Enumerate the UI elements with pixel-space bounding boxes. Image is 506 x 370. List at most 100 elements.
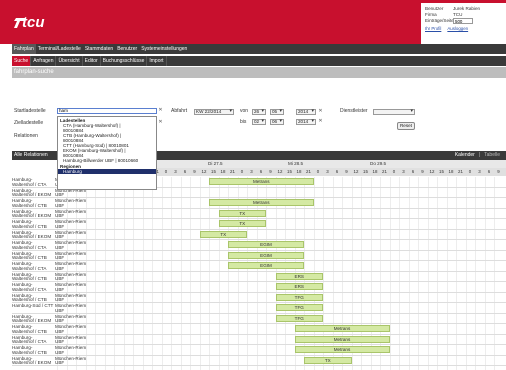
clear-ziel-icon[interactable]: ✕ <box>158 120 163 125</box>
hour-label: 9 <box>269 169 272 174</box>
schedule-bar[interactable]: Metrans <box>294 335 390 343</box>
table-row[interactable]: Hamburg-Waltershof / CTA München-Riem UBF… <box>12 240 506 251</box>
tcu-logo[interactable]: tcu <box>14 12 62 30</box>
row-to: München-Riem UBF <box>55 303 87 313</box>
bis-day-select[interactable]: 02 <box>252 119 266 125</box>
row-from: Hamburg-Waltershof / CTA <box>12 261 47 271</box>
hour-label: 3 <box>402 169 405 174</box>
schedule-bar[interactable]: ERS <box>275 283 323 290</box>
schedule-bar[interactable]: TX <box>218 209 266 217</box>
table-row[interactable]: Hamburg-Waltershof / CTB München-Riem UBF… <box>12 345 506 356</box>
schedule-bar[interactable]: Metrans <box>294 346 390 353</box>
von-year-select[interactable]: 2014 <box>296 109 316 115</box>
row-from: Hamburg-Waltershof / EKOM <box>12 313 52 324</box>
main-nav: Fahrplan Terminal/Ladestelle Stammdaten … <box>12 44 506 54</box>
schedule-bar[interactable]: Metrans <box>209 178 314 185</box>
logout-link[interactable]: Ausloggen <box>447 26 468 31</box>
subnav-buchungsschluesse[interactable]: Buchungsschlüsse <box>101 56 148 66</box>
schedule-bar[interactable]: EGIM <box>228 241 304 248</box>
view-tabelle-tab[interactable]: Tabelle <box>484 151 500 160</box>
dienstleister-select[interactable] <box>373 109 415 115</box>
schedule-bar[interactable]: TX <box>304 356 352 364</box>
schedule-bar[interactable]: TX <box>199 230 247 238</box>
nav-systemeinstellungen[interactable]: Systemeinstellungen <box>139 44 189 54</box>
schedule-bar[interactable]: TX <box>218 220 266 227</box>
clear-start-icon[interactable]: ✕ <box>158 108 163 113</box>
abfahrt-select[interactable]: KW 22/2014 <box>194 109 234 115</box>
hour-label: 0 <box>164 169 168 174</box>
schedule-bar[interactable]: Metrans <box>209 199 314 206</box>
nav-terminal[interactable]: Terminal/Ladestelle <box>36 44 83 54</box>
user-panel: Benutzer Jurek Rabien Firma TCU Einträge/S… <box>421 3 506 44</box>
table-row[interactable]: Hamburg-Waltershof / CTB München-Riem UBF… <box>12 292 506 303</box>
clear-von-icon[interactable]: ✕ <box>318 109 323 114</box>
eintraege-input[interactable] <box>453 18 473 24</box>
schedule-bar[interactable]: TFG <box>275 293 323 301</box>
sub-nav: Suche Anfragen Übersicht Editor Buchungs… <box>12 56 506 66</box>
hour-label: 6 <box>259 169 263 174</box>
row-from: Hamburg-Waltershof / EKOM <box>12 355 52 366</box>
logo-text: tcu <box>22 14 45 30</box>
table-row[interactable]: Hamburg-Waltershof / EKOM München-Riem UB… <box>12 209 506 219</box>
table-row[interactable]: Hamburg-Waltershof / EKOM München-Riem UB… <box>12 230 506 240</box>
reset-button[interactable]: Reset <box>397 122 415 130</box>
table-row[interactable]: Hamburg-Waltershof / EKOM München-Riem UB… <box>12 355 506 366</box>
row-from: Hamburg-Waltershof / CTB <box>12 324 47 334</box>
row-to: München-Riem UBF <box>55 198 87 208</box>
day-label: Do 29.5 <box>370 161 387 166</box>
table-row[interactable]: Hamburg-Süd / CTT München-Riem UBF TFG <box>12 303 506 314</box>
schedule-bar[interactable]: TFG <box>275 304 323 311</box>
clear-bis-icon[interactable]: ✕ <box>318 119 323 124</box>
startladestelle-label: Startladestelle <box>14 108 46 114</box>
row-to: München-Riem UBF <box>55 313 87 324</box>
table-row[interactable]: Hamburg-Waltershof / EKOM München-Riem UB… <box>12 313 506 324</box>
table-row[interactable]: Hamburg-Waltershof / CTB München-Riem UBF… <box>12 324 506 335</box>
bis-year-select[interactable]: 2014 <box>296 119 316 125</box>
nav-fahrplan[interactable]: Fahrplan <box>12 44 36 54</box>
table-row[interactable]: Hamburg-Waltershof / CTA München-Riem UBF… <box>12 282 506 293</box>
table-row[interactable]: Hamburg-Waltershof / CTB München-Riem UBF… <box>12 272 506 282</box>
timetable-rows: Hamburg-Waltershof / CTA München-Riem UBF… <box>12 177 506 370</box>
schedule-bar[interactable]: ERS <box>275 272 323 280</box>
von-day-select[interactable]: 26 <box>252 109 266 115</box>
table-row[interactable]: Hamburg-Waltershof / CTB München-Riem UBF… <box>12 198 506 209</box>
hour-label: 9 <box>345 169 348 174</box>
schedule-bar[interactable]: EGIM <box>228 262 304 269</box>
hour-label: 15 <box>287 169 292 174</box>
table-row[interactable]: Hamburg-Waltershof / CTB München-Riem UBF… <box>12 250 506 261</box>
day-label: Mi 28.5 <box>288 161 304 166</box>
view-kalender-tab[interactable]: Kalender <box>455 151 475 160</box>
hour-label: 3 <box>250 169 253 174</box>
startladestelle-input[interactable]: ham <box>57 108 157 114</box>
table-row[interactable]: Hamburg-Waltershof / CTB München-Riem UBF… <box>12 219 506 230</box>
page-title: fahrplan-suche <box>12 67 506 78</box>
hour-label: 6 <box>183 169 187 174</box>
dropdown-item-selected[interactable]: Hamburg <box>58 169 156 174</box>
hour-label: 6 <box>335 169 339 174</box>
table-row[interactable]: Hamburg-Waltershof / CTA München-Riem UBF… <box>12 335 506 345</box>
hour-label: 12 <box>429 169 435 174</box>
row-from: Hamburg-Waltershof / CTB <box>12 219 47 229</box>
bis-label: bis <box>240 119 247 125</box>
day-label: Di 27.5 <box>208 161 223 166</box>
row-from: Hamburg-Waltershof / CTA <box>12 240 47 250</box>
schedule-bar[interactable]: TFG <box>275 314 323 322</box>
row-from: Hamburg-Waltershof / CTB <box>12 250 47 261</box>
schedule-bar[interactable]: EGIM <box>228 251 304 259</box>
subnav-uebersicht[interactable]: Übersicht <box>56 56 83 66</box>
relationen-label: Relationen <box>14 133 38 139</box>
subnav-suche[interactable]: Suche <box>12 56 32 66</box>
subnav-editor[interactable]: Editor <box>83 56 101 66</box>
schedule-bar[interactable]: Metrans <box>294 325 390 332</box>
nav-benutzer[interactable]: Benutzer <box>115 44 139 54</box>
subnav-anfragen[interactable]: Anfragen <box>31 56 57 66</box>
row-to: München-Riem UBF <box>55 292 87 303</box>
nav-stammdaten[interactable]: Stammdaten <box>83 44 115 54</box>
hour-label: 18 <box>372 169 378 174</box>
bis-month-select[interactable]: 06 <box>270 119 284 125</box>
hour-label: 3 <box>174 169 177 174</box>
profil-link[interactable]: Ihr Profil <box>425 26 441 31</box>
subnav-import[interactable]: Import <box>147 56 167 66</box>
table-row[interactable]: Hamburg-Waltershof / CTA München-Riem UBF… <box>12 261 506 272</box>
von-month-select[interactable]: 05 <box>270 109 284 115</box>
